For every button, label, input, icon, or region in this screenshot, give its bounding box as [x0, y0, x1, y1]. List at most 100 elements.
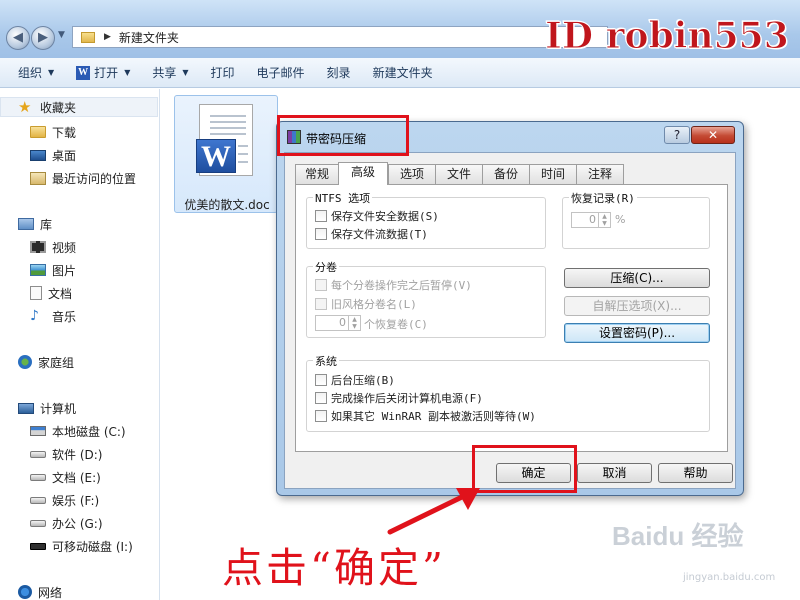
open-label: 打开: [94, 66, 119, 80]
open-menu-button[interactable]: W 打开 ▼: [68, 64, 138, 81]
checkbox-box[interactable]: [315, 298, 327, 310]
ntfs-options-group: NTFS 选项 保存文件安全数据(S) 保存文件流数据(T): [306, 190, 546, 249]
checkbox-label: 旧风格分卷名(L): [331, 298, 417, 311]
dropdown-caret-icon: ▼: [48, 68, 55, 77]
file-name: 优美的散文.doc: [184, 198, 270, 212]
cancel-button[interactable]: 取消: [577, 463, 652, 483]
computer-icon: [18, 402, 34, 414]
address-bar[interactable]: ▶ 新建文件夹: [72, 26, 608, 48]
sidebar-item-drive-c[interactable]: 本地磁盘 (C:): [30, 421, 126, 441]
recent-places-icon: [30, 171, 46, 185]
save-security-checkbox[interactable]: 保存文件安全数据(S): [315, 208, 439, 224]
email-button[interactable]: 电子邮件: [249, 64, 313, 81]
sidebar-item-downloads[interactable]: 下载: [30, 122, 76, 142]
sidebar-item-label: 下载: [52, 125, 77, 140]
address-path[interactable]: 新建文件夹: [119, 29, 179, 46]
help-icon[interactable]: ?: [664, 126, 690, 144]
system-group: 系统 后台压缩(B) 完成操作后关闭计算机电源(F) 如果其它 WinRAR 副…: [306, 353, 710, 432]
sidebar-item-pictures[interactable]: 图片: [30, 260, 76, 280]
checkbox-box[interactable]: [315, 228, 327, 240]
command-toolbar: 组织 ▼ W 打开 ▼ 共享 ▼ 打印 电子邮件 刻录 新建文件夹: [0, 58, 800, 88]
set-password-button[interactable]: 设置密码(P)...: [564, 323, 710, 343]
document-icon: [30, 286, 42, 300]
tutorial-annotation: 点击“确定”: [222, 544, 446, 592]
shutdown-after-checkbox[interactable]: 完成操作后关闭计算机电源(F): [315, 390, 483, 406]
sidebar-item-network[interactable]: 网络: [18, 582, 62, 600]
tab-time[interactable]: 时间: [529, 164, 577, 184]
file-item[interactable]: W 优美的散文.doc: [174, 95, 278, 213]
close-icon[interactable]: ✕: [691, 126, 735, 144]
tab-comment[interactable]: 注释: [576, 164, 624, 184]
sidebar-item-drive-i[interactable]: 可移动磁盘 (I:): [30, 536, 133, 556]
folder-icon: [81, 31, 95, 43]
annotation-arrow-icon: [387, 488, 480, 535]
old-style-naming-checkbox[interactable]: 旧风格分卷名(L): [315, 296, 417, 312]
sidebar-item-drive-e[interactable]: 文档 (E:): [30, 467, 101, 487]
sidebar-item-documents[interactable]: 文档: [30, 283, 72, 303]
print-button[interactable]: 打印: [203, 64, 243, 81]
checkbox-label: 后台压缩(B): [331, 374, 395, 387]
tab-options[interactable]: 选项: [388, 164, 436, 184]
network-icon: [18, 585, 32, 599]
word-icon: W: [76, 65, 91, 80]
pictures-icon: [30, 264, 46, 276]
checkbox-box[interactable]: [315, 392, 327, 404]
tab-general[interactable]: 常规: [295, 164, 339, 184]
usb-drive-icon: [30, 542, 46, 550]
checkbox-box[interactable]: [315, 210, 327, 222]
volume-group: 分卷 每个分卷操作完之后暂停(V) 旧风格分卷名(L) 0 ▲ ▼ 个恢复卷(C): [306, 259, 546, 338]
recovery-volumes-spinner[interactable]: 0 ▲ ▼: [315, 315, 361, 331]
recovery-record-spinner[interactable]: 0 ▲ ▼: [571, 212, 611, 228]
checkbox-label: 完成操作后关闭计算机电源(F): [331, 392, 483, 405]
downloads-folder-icon: [30, 126, 46, 138]
pause-after-volume-checkbox[interactable]: 每个分卷操作完之后暂停(V): [315, 277, 472, 293]
burn-button[interactable]: 刻录: [319, 64, 359, 81]
back-arrow-icon[interactable]: ◀: [6, 26, 30, 50]
sidebar-item-music[interactable]: ♪ 音乐: [30, 306, 76, 326]
spinner-value: 0: [339, 316, 346, 329]
sidebar-item-drive-f[interactable]: 娱乐 (F:): [30, 490, 99, 510]
sidebar-item-drive-g[interactable]: 办公 (G:): [30, 513, 103, 533]
sidebar-item-drive-d[interactable]: 软件 (D:): [30, 444, 102, 464]
wait-other-winrar-checkbox[interactable]: 如果其它 WinRAR 副本被激活则等待(W): [315, 408, 536, 424]
checkbox-box[interactable]: [315, 410, 327, 422]
sidebar-item-homegroup[interactable]: 家庭组: [18, 352, 74, 372]
organize-menu-button[interactable]: 组织 ▼: [10, 64, 62, 81]
checkbox-box[interactable]: [315, 279, 327, 291]
help-button[interactable]: 帮助: [658, 463, 733, 483]
tab-files[interactable]: 文件: [435, 164, 483, 184]
sidebar-item-label: 软件 (D:): [52, 447, 103, 462]
sidebar-item-videos[interactable]: 视频: [30, 237, 76, 257]
sidebar-item-favorites[interactable]: ★ 收藏夹: [0, 97, 158, 117]
hard-drive-icon: [30, 519, 46, 527]
sidebar-item-recent-places[interactable]: 最近访问的位置: [30, 168, 136, 188]
sidebar-item-label: 娱乐 (F:): [52, 493, 100, 508]
forward-arrow-icon[interactable]: ▶: [31, 26, 55, 50]
spinner-arrows-icon[interactable]: ▲ ▼: [598, 213, 610, 227]
hard-drive-icon: [30, 450, 46, 458]
compression-settings-button[interactable]: 压缩(C)...: [564, 268, 710, 288]
tab-backup[interactable]: 备份: [482, 164, 530, 184]
dialog-body: 常规 高级 选项 文件 备份 时间 注释 NTFS 选项 保存文件安全数据(S)…: [284, 152, 736, 489]
share-menu-button[interactable]: 共享 ▼: [144, 64, 196, 81]
sidebar-item-computer[interactable]: 计算机: [18, 398, 76, 418]
new-folder-button[interactable]: 新建文件夹: [365, 64, 441, 81]
sidebar-item-label: 可移动磁盘 (I:): [52, 539, 133, 554]
recovery-record-group: 恢复记录(R) 0 ▲ ▼ %: [562, 190, 710, 249]
checkbox-box[interactable]: [315, 374, 327, 386]
save-streams-checkbox[interactable]: 保存文件流数据(T): [315, 226, 428, 242]
music-note-icon: ♪: [30, 308, 39, 324]
sidebar-item-label: 办公 (G:): [52, 516, 103, 531]
breadcrumb-chevron-icon[interactable]: ▶: [104, 32, 111, 42]
dropdown-caret-icon: ▼: [182, 68, 189, 77]
spinner-arrows-icon[interactable]: ▲ ▼: [348, 316, 360, 330]
sidebar-item-label: 本地磁盘 (C:): [52, 424, 126, 439]
recent-pages-dropdown-icon[interactable]: ▼: [58, 30, 65, 40]
group-label: 系统: [313, 353, 339, 369]
sidebar-item-desktop[interactable]: 桌面: [30, 145, 76, 165]
sidebar-item-libraries[interactable]: 库: [18, 214, 52, 234]
sidebar-item-label: 计算机: [40, 401, 77, 416]
background-compress-checkbox[interactable]: 后台压缩(B): [315, 372, 395, 388]
sfx-options-button[interactable]: 自解压选项(X)...: [564, 296, 710, 316]
tab-advanced[interactable]: 高级: [338, 162, 388, 185]
